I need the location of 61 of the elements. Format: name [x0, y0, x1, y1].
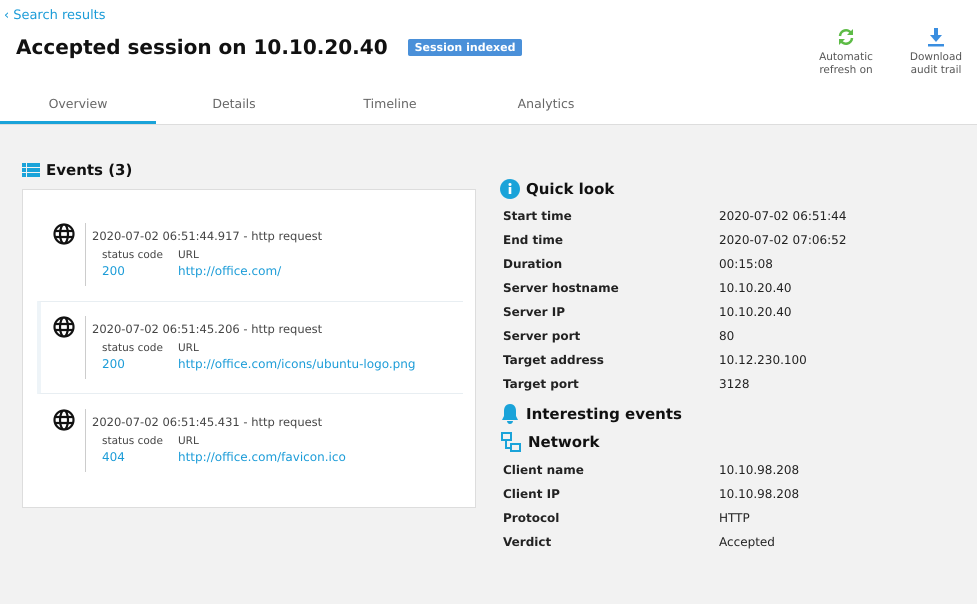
download-button[interactable]: Download audit trail	[897, 27, 975, 76]
field-label: URL	[178, 435, 200, 448]
tab[interactable]: Timeline	[312, 86, 468, 124]
field-label: Start time	[503, 209, 573, 224]
field-label: Verdict	[503, 535, 552, 550]
status-code-link[interactable]: 200	[102, 357, 178, 372]
url-link[interactable]: http://office.com/	[178, 264, 322, 278]
field-label: Client IP	[503, 487, 561, 502]
field-value: 80	[719, 329, 736, 344]
field-value: 2020-07-02 07:06:52	[719, 233, 848, 248]
page-title: Accepted session on 10.10.20.40	[16, 35, 388, 59]
list-icon	[22, 163, 40, 178]
field-value: HTTP	[719, 511, 751, 526]
status-code-link[interactable]: 404	[102, 450, 178, 464]
section-title: Interesting events	[526, 405, 682, 424]
section-title: Network	[528, 433, 600, 452]
field-label: Target address	[503, 353, 605, 368]
field-label: status code	[102, 342, 164, 354]
field-value: 3128	[719, 377, 751, 392]
field-value: 10.12.230.100	[719, 353, 808, 368]
network-icon	[500, 431, 522, 454]
field-value: 10.10.98.208	[719, 463, 800, 478]
field-label: Protocol	[503, 511, 560, 526]
field-label: End time	[503, 233, 564, 248]
field-label: Server IP	[503, 305, 566, 320]
globe-icon	[53, 223, 75, 246]
field-label: Target port	[503, 377, 580, 392]
refresh-icon	[836, 27, 856, 47]
field-label: status code	[102, 435, 164, 448]
refresh-button[interactable]: Automatic refresh on	[807, 27, 885, 76]
field-value: 2020-07-02 06:51:44	[719, 209, 848, 224]
field-label: Server hostname	[503, 281, 620, 296]
event-heading: 2020-07-02 06:51:44.917 - http request	[92, 229, 322, 244]
info-icon	[500, 179, 520, 200]
globe-icon	[53, 409, 75, 432]
tab[interactable]: Details	[156, 86, 312, 124]
field-value: 10.10.20.40	[719, 281, 793, 296]
field-label: Client name	[503, 463, 585, 478]
field-label: URL	[178, 249, 200, 262]
status-badge: Session indexed	[408, 38, 522, 56]
field-value: 10.10.20.40	[719, 305, 793, 320]
url-link[interactable]: http://office.com/favicon.ico	[178, 450, 346, 464]
field-label: URL	[178, 342, 200, 354]
tab[interactable]: Analytics	[468, 86, 624, 124]
event-heading: 2020-07-02 06:51:45.206 - http request	[92, 322, 324, 336]
section-title: Events (3)	[46, 161, 132, 180]
url-link[interactable]: http://office.com/icons/ubuntu-logo.png	[178, 357, 416, 372]
section-title: Quick look	[526, 180, 614, 198]
field-value: 10.10.98.208	[719, 487, 800, 502]
field-label: Duration	[503, 257, 564, 272]
bell-icon	[500, 403, 520, 426]
globe-icon	[53, 316, 75, 338]
tab[interactable]: Overview	[0, 86, 156, 124]
download-icon	[927, 27, 945, 47]
field-label: Server port	[503, 329, 582, 344]
event-heading: 2020-07-02 06:51:45.431 - http request	[92, 415, 324, 430]
field-value: 00:15:08	[719, 257, 774, 272]
field-label: status code	[102, 249, 164, 262]
status-code-link[interactable]: 200	[102, 264, 178, 278]
field-value: Accepted	[719, 535, 776, 550]
back-link[interactable]: ‹ Search results	[4, 8, 106, 23]
